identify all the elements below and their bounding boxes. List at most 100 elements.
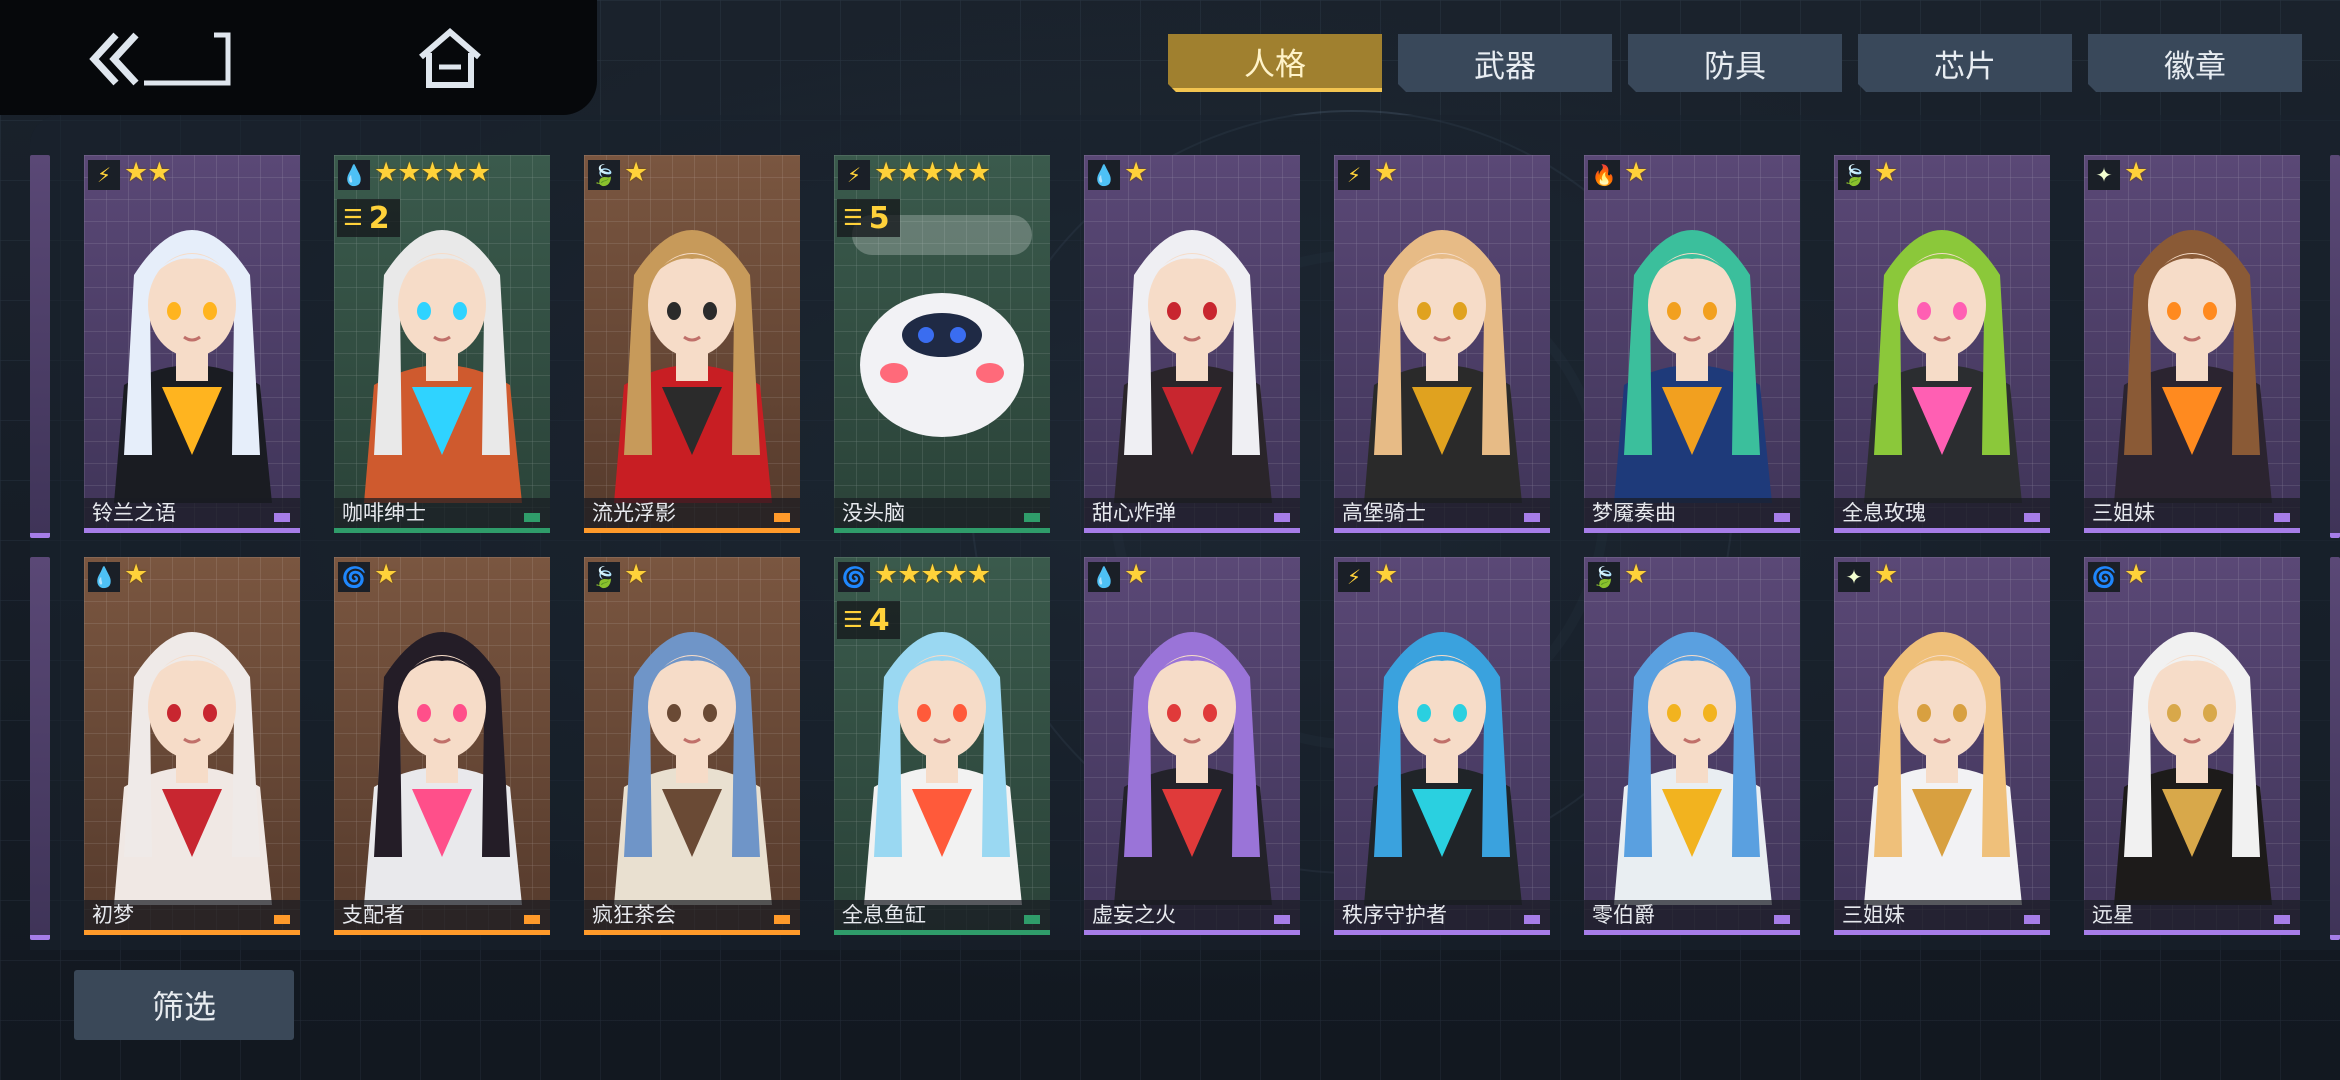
rarity-tag	[1274, 513, 1290, 522]
character-card[interactable]: 🌀 ★★★★★ ☰ 4 全息鱼缸	[834, 557, 1050, 935]
character-name: 初梦	[92, 903, 134, 927]
character-card[interactable]: 🌀 ★ 支配者	[334, 557, 550, 935]
character-card[interactable]: 💧 ★ 虚妄之火	[1084, 557, 1300, 935]
rarity-tag	[1774, 915, 1790, 924]
rarity-bar	[584, 930, 800, 935]
star-rating: ★	[2124, 559, 2148, 590]
character-portrait	[1084, 557, 1300, 905]
home-icon	[419, 28, 481, 88]
rarity-bar	[1584, 528, 1800, 533]
star-rating: ★	[1624, 559, 1648, 590]
filter-button[interactable]: 筛选	[74, 970, 294, 1040]
back-button[interactable]	[86, 24, 236, 94]
wind-element-icon: 🍃	[588, 160, 620, 190]
star-rating: ★	[1374, 559, 1398, 590]
character-portrait	[584, 557, 800, 905]
character-portrait	[1834, 557, 2050, 905]
double-chevron-back-icon	[89, 32, 231, 86]
character-portrait	[84, 557, 300, 905]
tab-weapon[interactable]: 武器	[1398, 34, 1612, 92]
rarity-bar	[834, 930, 1050, 935]
character-portrait	[84, 155, 300, 503]
edge-card-left-row1[interactable]	[30, 155, 50, 538]
tab-personality[interactable]: 人格	[1168, 34, 1382, 92]
home-button[interactable]	[408, 24, 492, 94]
character-name: 全息鱼缸	[842, 903, 926, 927]
character-portrait	[1834, 155, 2050, 503]
edge-card-left-row2[interactable]	[30, 557, 50, 940]
rarity-bar	[1334, 930, 1550, 935]
electric-element-icon: ⚡	[1338, 562, 1370, 592]
wind-element-icon: 🍃	[1588, 562, 1620, 592]
rarity-tag	[1024, 915, 1040, 924]
character-card[interactable]: ⚡ ★★★★★ ☰ 5 没头脑	[834, 155, 1050, 533]
character-card[interactable]: 💧 ★★★★★ ☰ 2 咖啡绅士	[334, 155, 550, 533]
star-rating: ★	[1874, 559, 1898, 590]
edge-card-right-row1[interactable]	[2330, 155, 2340, 538]
rarity-tag	[2024, 915, 2040, 924]
rarity-tag	[2274, 513, 2290, 522]
rarity-tag	[274, 513, 290, 522]
character-name: 三姐妹	[1842, 903, 1905, 927]
star-rating: ★★★★★	[374, 157, 491, 188]
water-element-icon: 💧	[1088, 562, 1120, 592]
light-element-icon: ✦	[2088, 160, 2120, 190]
character-card[interactable]: ⚡ ★ 高堡骑士	[1334, 155, 1550, 533]
rarity-bar	[334, 930, 550, 935]
character-card[interactable]: ✦ ★ 三姐妹	[1834, 557, 2050, 935]
character-name: 三姐妹	[2092, 501, 2155, 525]
level-number: 2	[368, 200, 390, 236]
rarity-tag	[1024, 513, 1040, 522]
character-name: 铃兰之语	[92, 501, 176, 525]
rarity-bar	[1834, 528, 2050, 533]
character-name: 全息玫瑰	[1842, 501, 1926, 525]
rarity-bar	[1334, 528, 1550, 533]
rarity-tag	[1774, 513, 1790, 522]
character-card[interactable]: 🌀 ★ 远星	[2084, 557, 2300, 935]
character-card[interactable]: ⚡ ★★ 铃兰之语	[84, 155, 300, 533]
level-badge: ☰ 4	[837, 601, 900, 639]
character-card[interactable]: 💧 ★ 甜心炸弹	[1084, 155, 1300, 533]
tab-badge[interactable]: 徽章	[2088, 34, 2302, 92]
star-rating: ★	[1624, 157, 1648, 188]
character-card[interactable]: 🍃 ★ 零伯爵	[1584, 557, 1800, 935]
character-portrait	[334, 557, 550, 905]
star-rating: ★★★★★	[874, 559, 991, 590]
character-card[interactable]: ⚡ ★ 秩序守护者	[1334, 557, 1550, 935]
rarity-tag	[2274, 915, 2290, 924]
character-card[interactable]: 💧 ★ 初梦	[84, 557, 300, 935]
level-badge: ☰ 2	[337, 199, 400, 237]
character-name: 甜心炸弹	[1092, 501, 1176, 525]
rarity-tag	[1524, 513, 1540, 522]
level-bars-icon: ☰	[843, 205, 863, 231]
character-portrait	[2084, 557, 2300, 905]
wind-element-icon: 🍃	[1838, 160, 1870, 190]
character-name: 秩序守护者	[1342, 903, 1447, 927]
rarity-bar	[84, 930, 300, 935]
level-number: 4	[868, 602, 890, 638]
rarity-bar	[1834, 930, 2050, 935]
character-name: 虚妄之火	[1092, 903, 1176, 927]
character-card[interactable]: 🍃 ★ 流光浮影	[584, 155, 800, 533]
water-element-icon: 💧	[88, 562, 120, 592]
character-portrait	[1334, 557, 1550, 905]
tab-chip[interactable]: 芯片	[1858, 34, 2072, 92]
star-rating: ★	[1874, 157, 1898, 188]
character-card[interactable]: 🍃 ★ 疯狂茶会	[584, 557, 800, 935]
rarity-tag	[524, 513, 540, 522]
character-card[interactable]: 🔥 ★ 梦魇奏曲	[1584, 155, 1800, 533]
character-portrait	[1334, 155, 1550, 503]
electric-element-icon: ⚡	[88, 160, 120, 190]
level-bars-icon: ☰	[843, 607, 863, 633]
rarity-tag	[1524, 915, 1540, 924]
character-name: 零伯爵	[1592, 903, 1655, 927]
edge-card-right-row2[interactable]	[2330, 557, 2340, 940]
vortex-element-icon: 🌀	[338, 562, 370, 592]
rarity-bar	[1084, 528, 1300, 533]
rarity-tag	[774, 915, 790, 924]
character-card[interactable]: 🍃 ★ 全息玫瑰	[1834, 155, 2050, 533]
star-rating: ★	[1124, 157, 1148, 188]
tab-armor[interactable]: 防具	[1628, 34, 1842, 92]
character-card[interactable]: ✦ ★ 三姐妹	[2084, 155, 2300, 533]
rarity-bar	[334, 528, 550, 533]
